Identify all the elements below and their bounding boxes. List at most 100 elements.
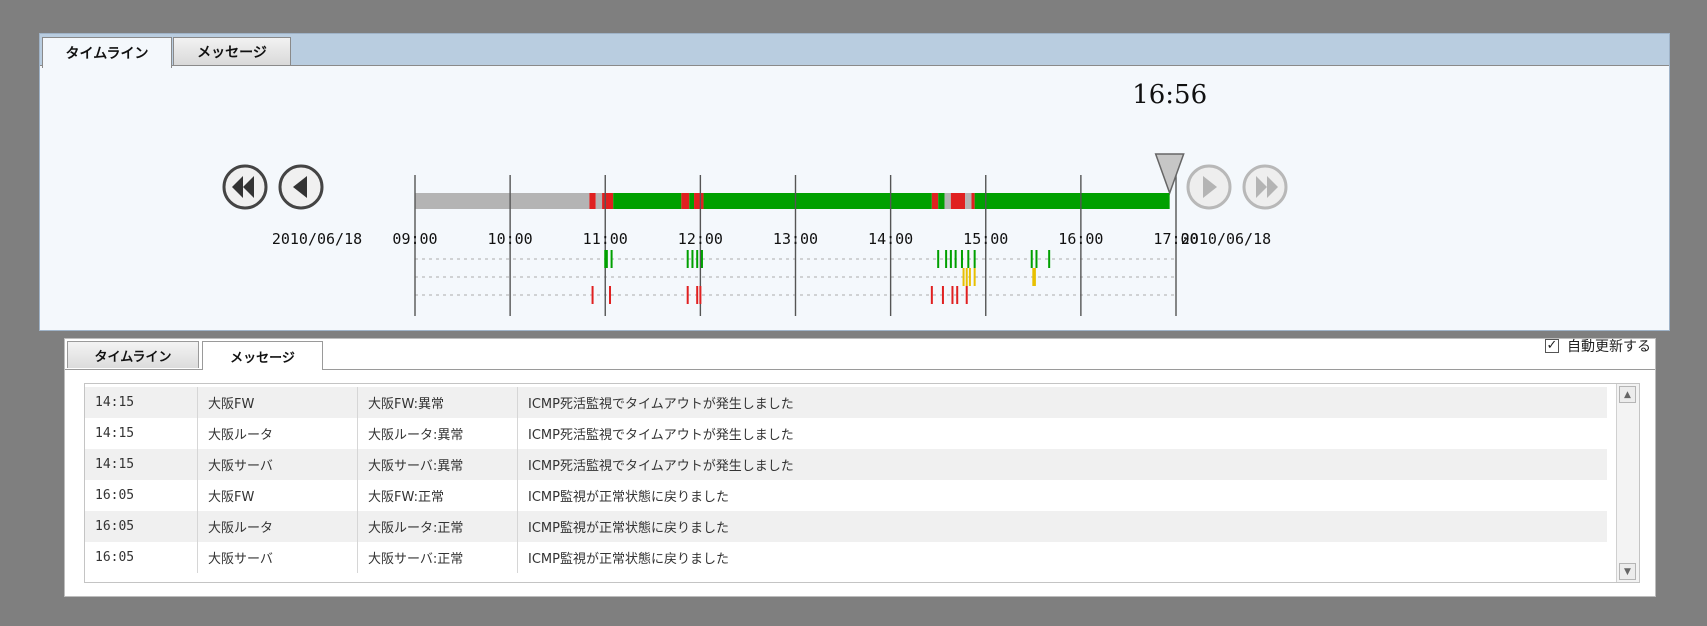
event-mark-error[interactable] [591, 286, 594, 304]
event-mark-normal[interactable] [696, 250, 699, 268]
event-mark-normal[interactable] [954, 250, 957, 268]
tab-timeline[interactable]: タイムライン [42, 37, 172, 68]
event-mark-warning[interactable] [962, 268, 965, 286]
tab-messages-bottom[interactable]: メッセージ [202, 341, 323, 370]
event-mark-error[interactable] [965, 286, 968, 304]
rewind-fast-button[interactable] [222, 164, 268, 210]
status-segment-normal[interactable] [613, 193, 682, 209]
timeline-panel: タイムライン メッセージ 09:00 10:00 11:00 12:00 13:… [39, 33, 1670, 331]
message-source: 大阪FW [198, 480, 358, 511]
message-source: 大阪ルータ [198, 511, 358, 542]
event-mark-normal[interactable] [691, 250, 694, 268]
event-mark-normal[interactable] [967, 250, 970, 268]
message-panel: タイムライン メッセージ ✓ 自動更新する 14:15 大阪FW 大阪FW:異常 IC… [64, 338, 1656, 597]
status-segment-error[interactable] [950, 193, 966, 209]
timeline-content: 09:00 10:00 11:00 12:00 13:00 14:00 15:00 16:00… [40, 65, 1669, 330]
status-segment-no_data[interactable] [415, 193, 590, 209]
message-source: 大阪FW [198, 387, 358, 418]
tab-messages[interactable]: メッセージ [173, 37, 291, 65]
event-mark-normal[interactable] [605, 250, 608, 268]
scroll-up-icon[interactable]: ▲ [1619, 386, 1636, 403]
status-segment-no_data[interactable] [965, 193, 972, 209]
event-mark-error[interactable] [930, 286, 933, 304]
event-mark-error[interactable] [951, 286, 954, 304]
auto-update-toggle[interactable]: ✓ 自動更新する [1545, 336, 1651, 356]
time-tick-label: 09:00 [392, 230, 437, 248]
event-mark-warning[interactable] [973, 268, 976, 286]
time-tick-label: 13:00 [773, 230, 818, 248]
time-tick-label: 12:00 [678, 230, 723, 248]
message-source: 大阪サーバ [198, 542, 358, 573]
vertical-scrollbar[interactable]: ▲ ▼ [1616, 384, 1639, 582]
event-mark-error[interactable] [686, 286, 689, 304]
status-segment-error[interactable] [971, 193, 975, 209]
message-text: ICMP監視が正常状態に戻りました [528, 521, 729, 536]
event-mark-warning[interactable] [968, 268, 971, 286]
time-tick-label: 10:00 [488, 230, 533, 248]
message-time: 16:05 [85, 542, 198, 573]
event-mark-error[interactable] [696, 286, 699, 304]
message-text: ICMP死活監視でタイムアウトが発生しました [528, 459, 794, 474]
message-list[interactable]: 14:15 大阪FW 大阪FW:異常 ICMP死活監視でタイムアウトが発生しました 14… [84, 383, 1640, 583]
event-mark-error[interactable] [956, 286, 959, 304]
event-mark-warning[interactable] [965, 268, 968, 286]
event-mark-normal[interactable] [700, 250, 703, 268]
message-row[interactable]: 16:05 大阪ルータ 大阪ルータ:正常 ICMP監視が正常状態に戻りました [85, 511, 1607, 542]
message-status: 大阪サーバ:異常 [358, 449, 518, 480]
status-segment-no_data[interactable] [944, 193, 951, 209]
end-date-label: 2010/06/18 [1181, 230, 1271, 248]
auto-update-checkbox[interactable]: ✓ [1545, 339, 1559, 353]
event-mark-error[interactable] [941, 286, 944, 304]
auto-update-label: 自動更新する [1567, 339, 1651, 355]
message-text: ICMP監視が正常状態に戻りました [528, 552, 729, 567]
message-status: 大阪FW:異常 [358, 387, 518, 418]
event-mark-normal[interactable] [1030, 250, 1033, 268]
message-row[interactable]: 16:05 大阪FW 大阪FW:正常 ICMP監視が正常状態に戻りました [85, 480, 1607, 511]
message-time: 16:05 [85, 480, 198, 511]
event-mark-normal[interactable] [937, 250, 940, 268]
status-segment-normal[interactable] [703, 193, 932, 209]
rewind-button[interactable] [278, 164, 324, 210]
forward-button[interactable] [1186, 164, 1232, 210]
status-segment-error[interactable] [602, 193, 614, 209]
timeline-chart[interactable]: 09:00 10:00 11:00 12:00 13:00 14:00 15:00 16:00… [40, 66, 1669, 331]
event-mark-normal[interactable] [949, 250, 952, 268]
event-mark-normal[interactable] [960, 250, 963, 268]
status-segment-error[interactable] [931, 193, 939, 209]
status-segment-error[interactable] [589, 193, 596, 209]
start-date-label: 2010/06/18 [272, 230, 362, 248]
status-segment-error[interactable] [694, 193, 704, 209]
event-mark-normal[interactable] [1048, 250, 1051, 268]
message-text: ICMP監視が正常状態に戻りました [528, 490, 729, 505]
event-mark-error[interactable] [699, 286, 702, 304]
message-time: 14:15 [85, 418, 198, 449]
tab-timeline-bottom[interactable]: タイムライン [67, 341, 199, 368]
message-row[interactable]: 14:15 大阪サーバ 大阪サーバ:異常 ICMP死活監視でタイムアウトが発生しました [85, 449, 1607, 480]
event-mark-normal[interactable] [610, 250, 613, 268]
status-segment-normal[interactable] [938, 193, 945, 209]
status-bar [415, 193, 1170, 209]
top-tab-bar: タイムライン メッセージ [40, 34, 1669, 68]
event-mark-normal[interactable] [973, 250, 976, 268]
message-text: ICMP死活監視でタイムアウトが発生しました [528, 397, 794, 412]
status-segment-normal[interactable] [689, 193, 695, 209]
event-mark-normal[interactable] [686, 250, 689, 268]
event-mark-normal[interactable] [1035, 250, 1038, 268]
message-row[interactable]: 16:05 大阪サーバ 大阪サーバ:正常 ICMP監視が正常状態に戻りました [85, 542, 1607, 573]
time-tick-label: 11:00 [583, 230, 628, 248]
message-status: 大阪FW:正常 [358, 480, 518, 511]
event-mark-warning[interactable] [1033, 268, 1036, 286]
status-segment-error[interactable] [681, 193, 690, 209]
message-time: 16:05 [85, 511, 198, 542]
time-tick-label: 14:00 [868, 230, 913, 248]
status-segment-no_data[interactable] [595, 193, 603, 209]
event-mark-error[interactable] [609, 286, 612, 304]
scroll-down-icon[interactable]: ▼ [1619, 563, 1636, 580]
status-segment-normal[interactable] [974, 193, 1170, 209]
message-row[interactable]: 14:15 大阪ルータ 大阪ルータ:異常 ICMP死活監視でタイムアウトが発生しました [85, 418, 1607, 449]
message-row[interactable]: 14:15 大阪FW 大阪FW:異常 ICMP死活監視でタイムアウトが発生しました [85, 387, 1607, 418]
forward-fast-button[interactable] [1242, 164, 1288, 210]
event-mark-normal[interactable] [945, 250, 948, 268]
current-time-pointer-icon[interactable] [1154, 153, 1185, 196]
time-tick-label: 15:00 [963, 230, 1008, 248]
